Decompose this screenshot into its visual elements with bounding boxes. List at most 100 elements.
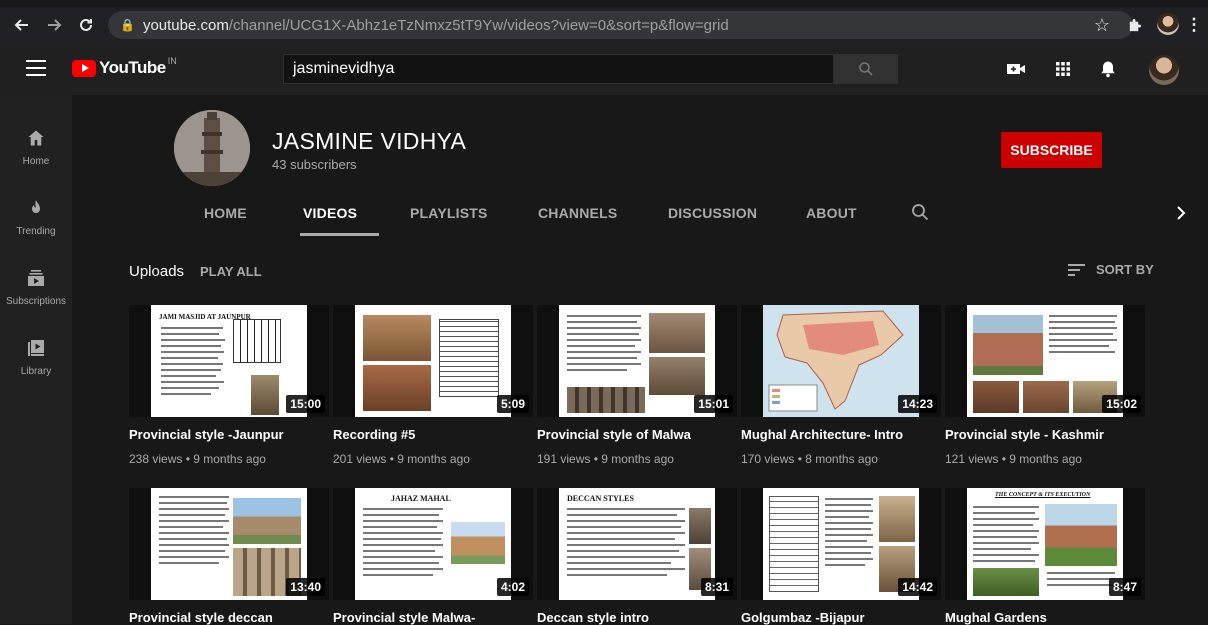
nav-item-home[interactable]: Home (0, 118, 72, 178)
apps-grid-icon[interactable] (1052, 58, 1074, 80)
video-duration: 8:47 (1108, 578, 1141, 596)
tab-about[interactable]: ABOUT (806, 205, 857, 221)
subscriber-count: 43 subscribers (272, 157, 357, 172)
slide-image (151, 488, 307, 600)
video-title[interactable]: Provincial style - Kashmir (945, 427, 1145, 442)
video-card[interactable]: DECCAN STYLES 8:31 Deccan style intro (537, 488, 737, 625)
profile-avatar[interactable] (1157, 13, 1179, 35)
video-duration: 5:09 (496, 395, 529, 413)
channel-search-icon[interactable] (911, 203, 929, 226)
reload-icon[interactable] (72, 11, 100, 39)
account-avatar[interactable] (1149, 55, 1179, 85)
tabs-scroll-right-icon[interactable] (1176, 206, 1186, 225)
video-thumbnail[interactable]: 14:42 (741, 488, 941, 600)
video-card[interactable]: 14:42 Golgumbaz -Bijapur (741, 488, 941, 625)
video-thumbnail[interactable]: 13:40 (129, 488, 329, 600)
sort-by-button[interactable]: SORT BY (1096, 262, 1154, 277)
video-title[interactable]: Provincial style of Malwa (537, 427, 737, 442)
video-thumbnail[interactable]: 14:23 (741, 305, 941, 417)
video-title[interactable]: Deccan style intro (537, 610, 737, 625)
channel-header: JASMINE VIDHYA 43 subscribers SUBSCRIBE … (72, 95, 1208, 236)
tab-home[interactable]: HOME (204, 205, 247, 221)
notifications-bell-icon[interactable] (1097, 58, 1119, 80)
forward-icon[interactable] (40, 11, 68, 39)
video-thumbnail[interactable]: 15:01 (537, 305, 737, 417)
slide-title: THE CONCEPT & ITS EXECUTION (995, 492, 1091, 498)
video-title[interactable]: Golgumbaz -Bijapur (741, 610, 941, 625)
slide-image (967, 305, 1123, 417)
flame-icon (32, 200, 40, 213)
search-input[interactable]: jasminevidhya (283, 54, 834, 84)
video-duration: 4:02 (496, 578, 529, 596)
channel-avatar[interactable] (174, 110, 250, 186)
tab-channels[interactable]: CHANNELS (538, 205, 617, 221)
browser-toolbar: 🔒 youtube.com/channel/UCG1X-Abhz1eTzNmxz… (0, 7, 1208, 43)
uploads-heading: Uploads (129, 263, 185, 280)
slide-image (763, 305, 919, 417)
video-card[interactable]: 13:40 Provincial style deccan (129, 488, 329, 625)
video-meta: 191 views • 9 months ago (537, 452, 674, 466)
video-thumbnail[interactable]: 15:02 (945, 305, 1145, 417)
video-duration: 15:01 (694, 395, 733, 413)
video-meta: 201 views • 9 months ago (333, 452, 470, 466)
nav-item-library[interactable]: Library (0, 328, 72, 388)
video-card[interactable]: 5:09 Recording #5 201 views • 9 months a… (333, 305, 533, 466)
video-title[interactable]: Recording #5 (333, 427, 533, 442)
video-title[interactable]: Provincial style Malwa- (333, 610, 533, 625)
sort-icon[interactable] (1067, 262, 1087, 278)
nav-label-home: Home (22, 156, 50, 167)
library-icon (28, 340, 44, 356)
url-path: /channel/UCG1X-Abhz1eTzNmxz5tT9Yw/videos… (228, 16, 729, 34)
slide-image: JAHAZ MAHAL (355, 488, 511, 600)
video-card[interactable]: 15:01 Provincial style of Malwa 191 view… (537, 305, 737, 466)
video-card[interactable]: THE CONCEPT & ITS EXECUTION 8:47 Mughal … (945, 488, 1145, 625)
slide-title: JAHAZ MAHAL (391, 494, 451, 503)
tab-videos[interactable]: VIDEOS (303, 205, 357, 221)
create-video-icon[interactable] (1005, 58, 1027, 80)
video-meta: 170 views • 8 months ago (741, 452, 878, 466)
address-bar[interactable]: 🔒 youtube.com/channel/UCG1X-Abhz1eTzNmxz… (108, 11, 1133, 39)
video-title[interactable]: Provincial style deccan (129, 610, 329, 625)
extensions-icon[interactable] (1120, 11, 1148, 39)
nav-label-trending: Trending (16, 226, 56, 237)
video-meta: 238 views • 9 months ago (129, 452, 266, 466)
nav-item-trending[interactable]: Trending (0, 188, 72, 248)
video-card[interactable]: 15:02 Provincial style - Kashmir 121 vie… (945, 305, 1145, 466)
video-thumbnail[interactable]: JAMI MASJID AT JAUNPUR 15:00 (129, 305, 329, 417)
left-sidebar: Home Trending Subscriptions Library (0, 95, 72, 624)
browser-menu-icon[interactable]: ⋮ (1180, 11, 1208, 39)
video-thumbnail[interactable]: JAHAZ MAHAL 4:02 (333, 488, 533, 600)
subscribe-button[interactable]: SUBSCRIBE (1001, 132, 1102, 168)
nav-label-subscriptions: Subscriptions (5, 296, 67, 307)
video-duration: 8:31 (700, 578, 733, 596)
tab-playlists[interactable]: PLAYLISTS (410, 205, 488, 221)
nav-label-library: Library (20, 366, 52, 377)
home-icon (28, 130, 44, 146)
youtube-logo[interactable]: YouTube IN (72, 56, 177, 78)
video-title[interactable]: Mughal Architecture- Intro (741, 427, 941, 442)
logo-country: IN (167, 56, 177, 66)
back-icon[interactable] (8, 11, 36, 39)
tab-discussion[interactable]: DISCUSSION (668, 205, 757, 221)
video-title[interactable]: Provincial style -Jaunpur (129, 427, 329, 442)
nav-item-subscriptions[interactable]: Subscriptions (0, 258, 72, 318)
video-thumbnail[interactable]: DECCAN STYLES 8:31 (537, 488, 737, 600)
bookmark-star-icon[interactable]: ☆ (1088, 11, 1116, 39)
video-card[interactable]: JAHAZ MAHAL 4:02 Provincial style Malwa- (333, 488, 533, 625)
search-button[interactable] (834, 54, 898, 84)
url-host: youtube.com (142, 16, 229, 34)
video-card[interactable]: 14:23 Mughal Architecture- Intro 170 vie… (741, 305, 941, 466)
video-title[interactable]: Mughal Gardens (945, 610, 1145, 625)
channel-name: JASMINE VIDHYA (272, 128, 467, 154)
video-card[interactable]: JAMI MASJID AT JAUNPUR 15:00 Provincial … (129, 305, 329, 466)
video-thumbnail[interactable]: THE CONCEPT & ITS EXECUTION 8:47 (945, 488, 1145, 600)
video-thumbnail[interactable]: 5:09 (333, 305, 533, 417)
video-duration: 14:23 (898, 395, 937, 413)
video-duration: 14:42 (898, 578, 937, 596)
subscriptions-icon (28, 270, 44, 286)
search-query: jasminevidhya (293, 60, 395, 77)
hamburger-menu-icon[interactable] (25, 57, 47, 79)
play-all-button[interactable]: PLAY ALL (200, 264, 262, 279)
slide-image: DECCAN STYLES (559, 488, 715, 600)
video-duration: 13:40 (286, 578, 325, 596)
